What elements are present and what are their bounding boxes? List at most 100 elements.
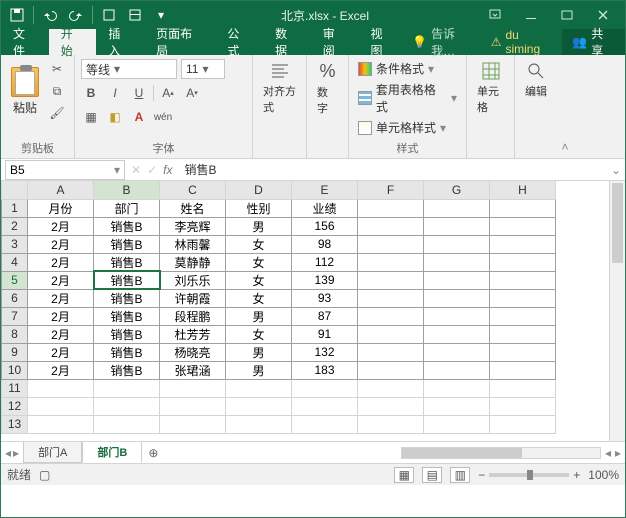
col-header-D[interactable]: D (226, 181, 292, 199)
row-header-9[interactable]: 9 (2, 343, 28, 361)
ribbon-options-icon[interactable] (477, 1, 513, 29)
font-name-dropdown[interactable]: 等线▾ (81, 59, 177, 79)
page-layout-view-icon[interactable]: ▤ (422, 467, 442, 483)
cell-F7[interactable] (358, 307, 424, 325)
font-size-dropdown[interactable]: 11▾ (181, 59, 225, 79)
cell-E12[interactable] (292, 397, 358, 415)
cell-F1[interactable] (358, 199, 424, 217)
tell-me[interactable]: 💡告诉我… (406, 29, 484, 55)
cell-E11[interactable] (292, 379, 358, 397)
new-sheet-button[interactable]: ⊕ (142, 442, 164, 463)
underline-button[interactable]: U (129, 83, 149, 103)
cell-E9[interactable]: 132 (292, 343, 358, 361)
hscroll-right-icon[interactable]: ▸ (615, 446, 621, 460)
cell-E4[interactable]: 112 (292, 253, 358, 271)
cell-D12[interactable] (226, 397, 292, 415)
cell-C12[interactable] (160, 397, 226, 415)
macro-record-icon[interactable]: ▢ (39, 468, 50, 482)
collapse-ribbon-icon[interactable]: ˄ (557, 55, 573, 158)
cell-A13[interactable] (28, 415, 94, 433)
decrease-font-icon[interactable]: A▾ (182, 83, 202, 103)
cell-B1[interactable]: 部门 (94, 199, 160, 217)
cell-G3[interactable] (424, 235, 490, 253)
cell-G11[interactable] (424, 379, 490, 397)
cell-H6[interactable] (490, 289, 556, 307)
signed-in-user[interactable]: ⚠du siming (485, 29, 563, 55)
col-header-G[interactable]: G (424, 181, 490, 199)
ribbon-tab-视图[interactable]: 视图 (358, 29, 406, 55)
hscroll-left-icon[interactable]: ◂ (601, 446, 615, 460)
cell-A12[interactable] (28, 397, 94, 415)
cell-G13[interactable] (424, 415, 490, 433)
cell-H10[interactable] (490, 361, 556, 379)
cell-H2[interactable] (490, 217, 556, 235)
cell-C6[interactable]: 许朝霞 (160, 289, 226, 307)
col-header-C[interactable]: C (160, 181, 226, 199)
cell-G12[interactable] (424, 397, 490, 415)
cell-H1[interactable] (490, 199, 556, 217)
zoom-in-icon[interactable]: + (573, 468, 580, 482)
cell-G10[interactable] (424, 361, 490, 379)
col-header-A[interactable]: A (28, 181, 94, 199)
cell-D2[interactable]: 男 (226, 217, 292, 235)
cell-H7[interactable] (490, 307, 556, 325)
col-header-F[interactable]: F (358, 181, 424, 199)
cell-D8[interactable]: 女 (226, 325, 292, 343)
row-header-1[interactable]: 1 (2, 199, 28, 217)
cell-B4[interactable]: 销售B (94, 253, 160, 271)
cell-B3[interactable]: 销售B (94, 235, 160, 253)
col-header-E[interactable]: E (292, 181, 358, 199)
cell-A8[interactable]: 2月 (28, 325, 94, 343)
cell-B9[interactable]: 销售B (94, 343, 160, 361)
row-header-6[interactable]: 6 (2, 289, 28, 307)
cell-F9[interactable] (358, 343, 424, 361)
page-break-view-icon[interactable]: ▥ (450, 467, 470, 483)
cell-H9[interactable] (490, 343, 556, 361)
cell-E3[interactable]: 98 (292, 235, 358, 253)
cell-C13[interactable] (160, 415, 226, 433)
ribbon-tab-公式[interactable]: 公式 (215, 29, 263, 55)
cell-C2[interactable]: 李亮辉 (160, 217, 226, 235)
row-header-5[interactable]: 5 (2, 271, 28, 289)
editing-button[interactable]: 编辑 (521, 59, 551, 101)
row-header-10[interactable]: 10 (2, 361, 28, 379)
cell-D5[interactable]: 女 (226, 271, 292, 289)
qat-btn-2-icon[interactable] (123, 3, 147, 27)
cell-B5[interactable]: 销售B (94, 271, 160, 289)
sheet-tab-部门A[interactable]: 部门A (23, 442, 82, 463)
redo-icon[interactable] (64, 3, 88, 27)
bold-button[interactable]: B (81, 83, 101, 103)
cell-G1[interactable] (424, 199, 490, 217)
cell-E7[interactable]: 87 (292, 307, 358, 325)
cell-A3[interactable]: 2月 (28, 235, 94, 253)
cell-F11[interactable] (358, 379, 424, 397)
zoom-control[interactable]: − + (478, 468, 580, 482)
ribbon-tab-插入[interactable]: 插入 (96, 29, 144, 55)
cell-G8[interactable] (424, 325, 490, 343)
vertical-scrollbar[interactable] (609, 181, 625, 441)
zoom-out-icon[interactable]: − (478, 468, 485, 482)
cell-E8[interactable]: 91 (292, 325, 358, 343)
cell-H13[interactable] (490, 415, 556, 433)
cell-B10[interactable]: 销售B (94, 361, 160, 379)
phonetic-icon[interactable]: wén (153, 107, 173, 127)
cell-C11[interactable] (160, 379, 226, 397)
cell-G9[interactable] (424, 343, 490, 361)
cell-B2[interactable]: 销售B (94, 217, 160, 235)
cell-C1[interactable]: 姓名 (160, 199, 226, 217)
cell-C9[interactable]: 杨晓亮 (160, 343, 226, 361)
row-header-12[interactable]: 12 (2, 397, 28, 415)
font-color-icon[interactable]: A (129, 107, 149, 127)
cell-H4[interactable] (490, 253, 556, 271)
cell-D11[interactable] (226, 379, 292, 397)
cell-E1[interactable]: 业绩 (292, 199, 358, 217)
format-as-table-button[interactable]: 套用表格格式▾ (355, 80, 460, 116)
tab-scroll-first-icon[interactable]: ◂ (5, 446, 11, 460)
cell-F2[interactable] (358, 217, 424, 235)
ribbon-tab-数据[interactable]: 数据 (263, 29, 311, 55)
cell-C8[interactable]: 杜芳芳 (160, 325, 226, 343)
cell-B11[interactable] (94, 379, 160, 397)
cell-E13[interactable] (292, 415, 358, 433)
format-painter-icon[interactable]: 🖌 (47, 103, 67, 123)
cell-A4[interactable]: 2月 (28, 253, 94, 271)
